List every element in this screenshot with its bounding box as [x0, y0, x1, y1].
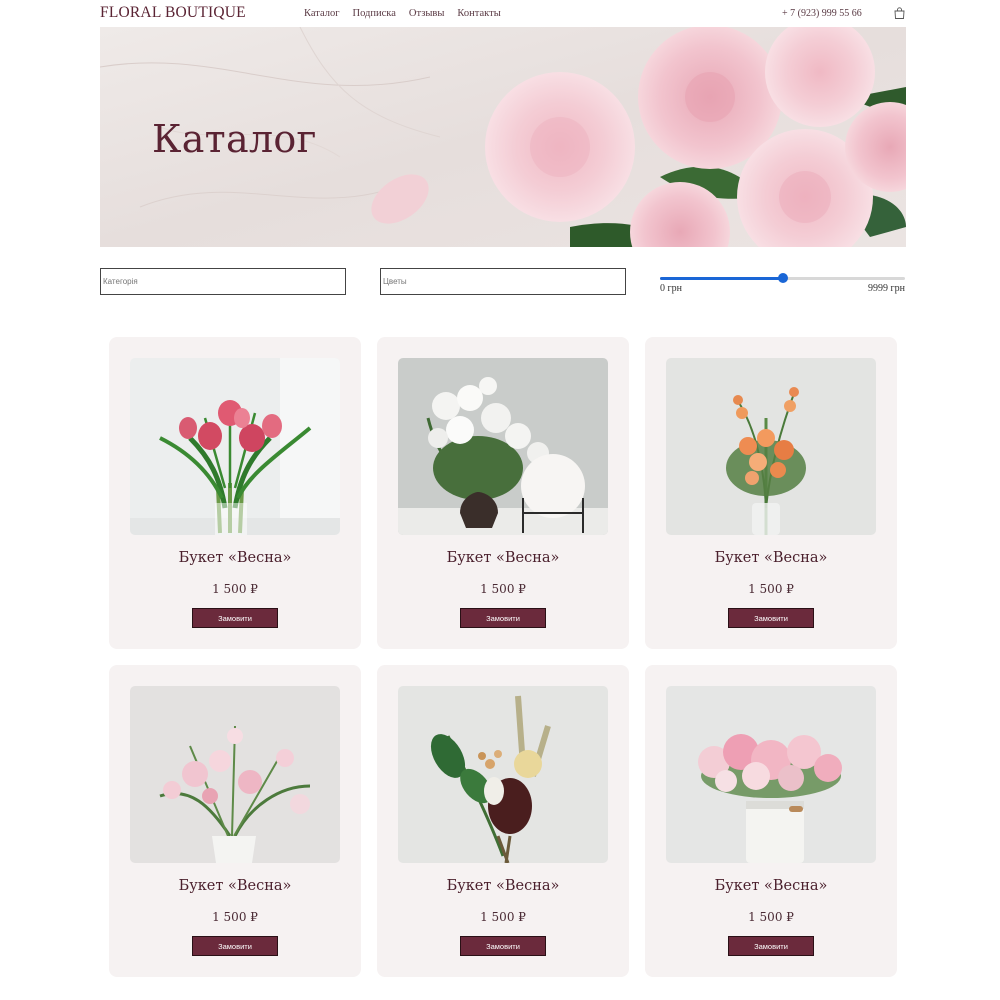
- product-image-dried-flowers[interactable]: [398, 686, 608, 863]
- price-max-label: 9999 грн: [868, 283, 905, 294]
- product-image-gladiolus[interactable]: [666, 358, 876, 535]
- nav-link-contacts[interactable]: Контакты: [457, 8, 500, 19]
- product-price: 1 500 ₽: [212, 582, 258, 596]
- site-header: FLORAL BOUTIQUE Каталог Подписка Отзывы …: [0, 0, 1000, 27]
- flowers-input[interactable]: [380, 268, 626, 295]
- product-image-tulips[interactable]: [130, 358, 340, 535]
- product-image-pink-peonies[interactable]: [666, 686, 876, 863]
- price-range-fill: [660, 277, 783, 280]
- product-name[interactable]: Букет «Весна»: [645, 550, 897, 566]
- price-min-label: 0 грн: [660, 283, 682, 294]
- page-title: Каталог: [152, 117, 317, 161]
- product-image-carnations[interactable]: [130, 686, 340, 863]
- order-button[interactable]: Замовити: [192, 936, 278, 956]
- product-price: 1 500 ₽: [212, 910, 258, 924]
- order-button[interactable]: Замовити: [728, 936, 814, 956]
- product-name[interactable]: Букет «Весна»: [377, 878, 629, 894]
- product-card: Букет «Весна» 1 500 ₽ Замовити: [645, 337, 897, 649]
- product-price: 1 500 ₽: [748, 582, 794, 596]
- product-card: Букет «Весна» 1 500 ₽ Замовити: [645, 665, 897, 977]
- product-price: 1 500 ₽: [748, 910, 794, 924]
- nav-link-catalog[interactable]: Каталог: [304, 8, 340, 19]
- order-button[interactable]: Замовити: [460, 608, 546, 628]
- product-price: 1 500 ₽: [480, 910, 526, 924]
- product-image-white-peonies[interactable]: [398, 358, 608, 535]
- product-card: Букет «Весна» 1 500 ₽ Замовити: [377, 665, 629, 977]
- product-card: Букет «Весна» 1 500 ₽ Замовити: [377, 337, 629, 649]
- category-input[interactable]: [100, 268, 346, 295]
- product-price: 1 500 ₽: [480, 582, 526, 596]
- product-name[interactable]: Букет «Весна»: [645, 878, 897, 894]
- hero-banner: Каталог: [100, 27, 906, 247]
- main-nav: Каталог Подписка Отзывы Контакты: [304, 8, 514, 19]
- bag-icon[interactable]: [894, 7, 905, 19]
- product-name[interactable]: Букет «Весна»: [109, 878, 361, 894]
- nav-link-reviews[interactable]: Отзывы: [409, 8, 445, 19]
- price-range-handle[interactable]: [778, 273, 788, 283]
- order-button[interactable]: Замовити: [460, 936, 546, 956]
- phone-number[interactable]: + 7 (923) 999 55 66: [782, 8, 862, 19]
- order-button[interactable]: Замовити: [728, 608, 814, 628]
- price-range-slider[interactable]: 0 грн 9999 грн: [660, 270, 905, 296]
- product-card: Букет «Весна» 1 500 ₽ Замовити: [109, 665, 361, 977]
- site-logo[interactable]: FLORAL BOUTIQUE: [100, 4, 246, 22]
- product-card: Букет «Весна» 1 500 ₽ Замовити: [109, 337, 361, 649]
- product-name[interactable]: Букет «Весна»: [109, 550, 361, 566]
- order-button[interactable]: Замовити: [192, 608, 278, 628]
- product-name[interactable]: Букет «Весна»: [377, 550, 629, 566]
- nav-link-subscription[interactable]: Подписка: [353, 8, 396, 19]
